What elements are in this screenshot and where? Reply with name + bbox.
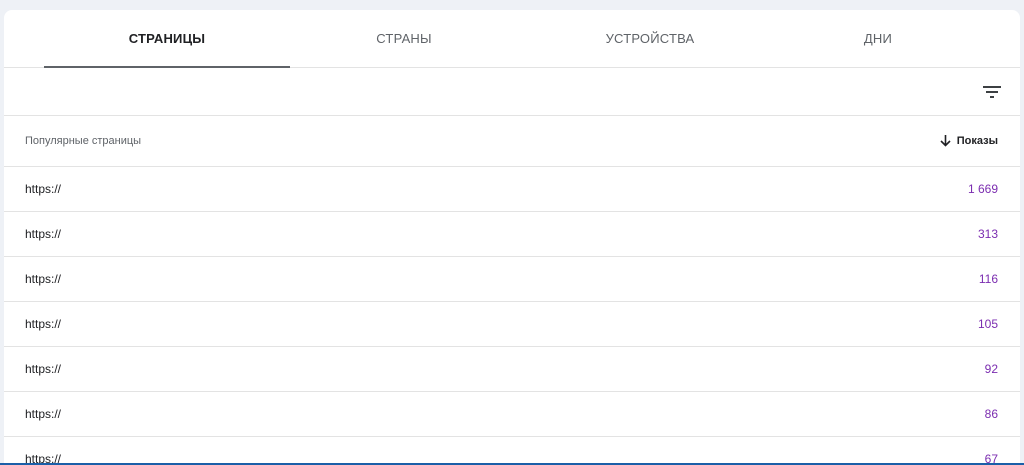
- table-row[interactable]: https:// 67: [4, 437, 1020, 465]
- row-url[interactable]: https://: [25, 302, 61, 346]
- table-toolbar: [4, 68, 1020, 116]
- row-url[interactable]: https://: [25, 347, 61, 391]
- tab-pages-label: СТРАНИЦЫ: [128, 31, 206, 46]
- tab-devices-label: УСТРОЙСТВА: [605, 31, 695, 46]
- row-impressions: 92: [984, 362, 998, 376]
- row-impressions: 1 669: [967, 182, 998, 196]
- filter-button[interactable]: [980, 80, 1004, 104]
- filter-list-icon: [983, 86, 1001, 98]
- tab-pages[interactable]: СТРАНИЦЫ: [44, 10, 290, 68]
- tab-countries-label: СТРАНЫ: [376, 31, 432, 46]
- table-row[interactable]: https:// 1 669: [4, 167, 1020, 212]
- row-impressions: 105: [977, 317, 998, 331]
- tab-bar: СТРАНИЦЫ СТРАНЫ УСТРОЙСТВА ДНИ: [4, 10, 1020, 68]
- row-impressions: 67: [984, 452, 998, 465]
- tab-countries[interactable]: СТРАНЫ: [281, 10, 527, 67]
- tab-days[interactable]: ДНИ: [755, 10, 1001, 67]
- row-url[interactable]: https://: [25, 167, 61, 211]
- row-impressions: 116: [978, 272, 998, 286]
- row-url[interactable]: https://: [25, 257, 61, 301]
- column-title-top-pages: Популярные страницы: [25, 135, 142, 147]
- tab-devices[interactable]: УСТРОЙСТВА: [527, 10, 773, 67]
- row-url[interactable]: https://: [25, 392, 61, 436]
- row-url[interactable]: https://: [25, 437, 61, 465]
- row-url[interactable]: https://: [25, 212, 61, 256]
- table-row[interactable]: https:// 105: [4, 302, 1020, 347]
- row-impressions: 86: [984, 407, 998, 421]
- sort-impressions-button[interactable]: Показы: [940, 116, 998, 166]
- performance-card: СТРАНИЦЫ СТРАНЫ УСТРОЙСТВА ДНИ Популярны…: [4, 10, 1020, 465]
- table-row[interactable]: https:// 86: [4, 392, 1020, 437]
- row-impressions: 313: [977, 227, 998, 241]
- table-row[interactable]: https:// 116: [4, 257, 1020, 302]
- arrow-down-icon: [940, 135, 951, 147]
- table-row[interactable]: https:// 313: [4, 212, 1020, 257]
- table-row[interactable]: https:// 92: [4, 347, 1020, 392]
- column-title-impressions: Показы: [956, 135, 998, 147]
- tab-days-label: ДНИ: [863, 31, 893, 46]
- table-header: Популярные страницы Показы: [4, 116, 1020, 167]
